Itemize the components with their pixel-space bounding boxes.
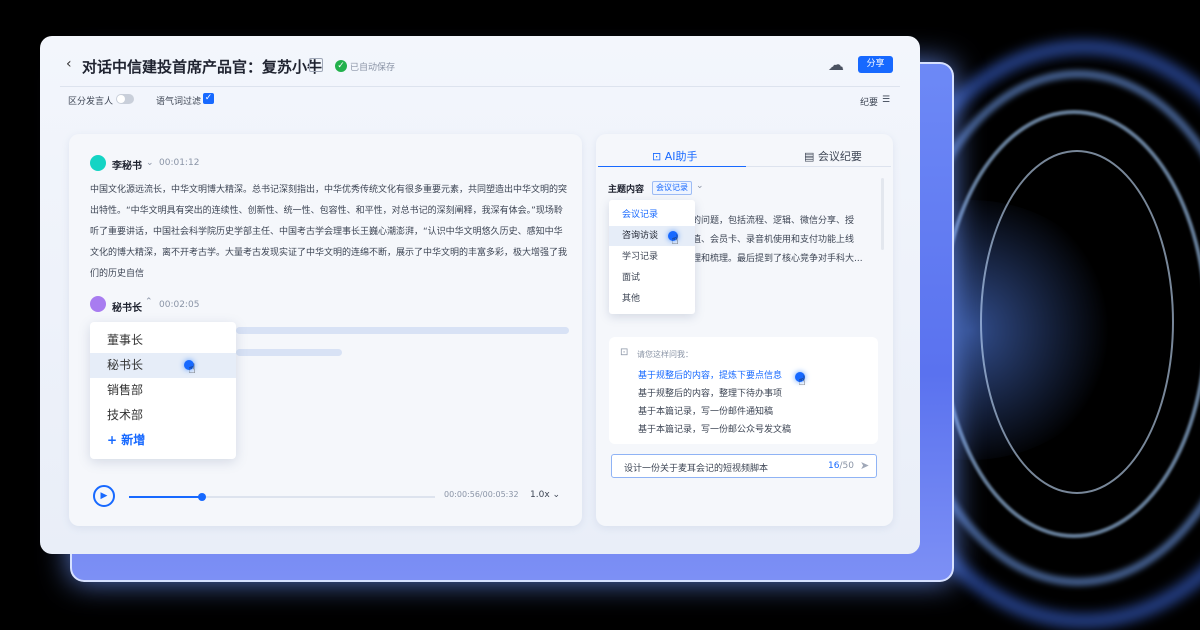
speaker-dropdown: 董事长 秘书长 销售部 技术部 + 新增 ☝ <box>90 322 236 459</box>
avatar <box>90 296 106 312</box>
speaker-toggle-label: 区分发言人 <box>68 97 114 107</box>
back-icon[interactable]: ‹ <box>66 56 72 72</box>
filter-label: 语气词过滤 <box>156 97 202 107</box>
tab-meeting-minutes[interactable]: ▤ 会议纪要 <box>804 148 862 164</box>
topic-label: 主题内容 <box>608 185 645 195</box>
suggestion-item[interactable]: 基于规整后的内容，提炼下要点信息 <box>638 368 782 381</box>
play-button[interactable]: ▶ <box>93 485 115 507</box>
tab-ai-assistant[interactable]: ⊡ AI助手 <box>652 148 698 164</box>
char-count-current: 16 <box>828 461 840 471</box>
share-button[interactable]: 分享 <box>858 56 893 73</box>
chat-input[interactable]: 设计一份关于麦耳会记的短视频脚本 16/50 ➤ <box>611 454 877 478</box>
edit-icon[interactable] <box>309 58 323 72</box>
speaker-option[interactable]: 销售部 <box>90 378 236 403</box>
cloud-download-icon[interactable]: ☁ <box>828 55 844 74</box>
transcript-text: 中国文化源远流长，中华文明博大精深。总书记深刻指出，中华优秀传统文化有很多重要元… <box>90 185 568 279</box>
topic-option-selected[interactable]: 咨询访谈 <box>609 226 695 246</box>
hand-cursor-icon: ☝ <box>671 233 679 248</box>
chevron-up-icon[interactable]: ⌃ <box>145 297 153 307</box>
speaker-option[interactable]: 董事长 <box>90 328 236 353</box>
progress-fill <box>129 496 202 498</box>
tab-divider <box>746 166 891 167</box>
document-icon: ▤ <box>804 150 818 163</box>
timestamp: 00:02:05 <box>159 300 200 310</box>
topic-option[interactable]: 面试 <box>609 268 695 288</box>
divider <box>60 86 900 87</box>
add-speaker-button[interactable]: + 新增 <box>90 428 236 453</box>
list-icon[interactable]: ☰ <box>882 95 890 105</box>
speaker-option[interactable]: 技术部 <box>90 403 236 428</box>
active-tab-indicator <box>598 166 746 167</box>
hand-cursor-icon: ☝ <box>798 374 806 389</box>
check-circle-icon: ✓ <box>335 60 347 72</box>
transcript-panel: 李秘书 ⌄ 00:01:12 中国文化源远流长，中华文明博大精深。总书记深刻指出… <box>69 134 582 526</box>
topic-select[interactable]: 会议记录 <box>652 181 692 195</box>
scrollbar[interactable] <box>881 178 884 250</box>
char-count-max: /50 <box>839 461 854 471</box>
chevron-down-icon: ⌄ <box>552 490 561 500</box>
speed-value: 1.0x <box>530 490 550 500</box>
chevron-down-icon[interactable]: ⌄ <box>146 158 154 168</box>
speaker-name[interactable]: 秘书长 <box>112 299 142 314</box>
tab-label: 会议纪要 <box>817 150 862 163</box>
suggestion-item[interactable]: 基于本篇记录，写一份邮公众号发文稿 <box>638 422 791 435</box>
progress-knob[interactable] <box>197 493 206 501</box>
app-window: ‹ 对话中信建投首席产品官：复苏小牛 ✓ 已自动保存 ☁ 分享 区分发言人 语气… <box>40 36 920 554</box>
chevron-down-icon[interactable]: ⌄ <box>696 181 704 191</box>
save-status: 已自动保存 <box>350 63 396 73</box>
avatar <box>90 155 106 171</box>
header: ‹ 对话中信建投首席产品官：复苏小牛 ✓ 已自动保存 ☁ 分享 <box>40 36 920 86</box>
topic-option[interactable]: 其他 <box>609 289 695 309</box>
chat-input-value: 设计一份关于麦耳会记的短视频脚本 <box>624 464 769 474</box>
progress-track[interactable] <box>129 493 435 501</box>
topic-option[interactable]: 学习记录 <box>609 247 695 267</box>
speaker-toggle[interactable] <box>116 94 134 104</box>
summary-line: 理和梳理。最后提到了核心竞争对手科大... <box>692 254 863 264</box>
suggestion-item[interactable]: 基于本篇记录，写一份邮件通知稿 <box>638 404 773 417</box>
text-placeholder-bar <box>236 349 342 356</box>
robot-icon: ⊡ <box>620 347 629 358</box>
suggestion-item[interactable]: 基于规整后的内容，整理下待办事项 <box>638 386 782 399</box>
summary-text: 的问题，包括流程、逻辑、微信分享、授 值、会员卡、录音机使用和支付功能上线 理和… <box>692 212 872 269</box>
summary-line: 值、会员卡、录音机使用和支付功能上线 <box>692 235 855 245</box>
speaker-name[interactable]: 李秘书 <box>112 157 142 172</box>
tab-label: AI助手 <box>664 150 698 163</box>
text-placeholder-bar <box>236 327 569 334</box>
summary-line: 的问题，包括流程、逻辑、微信分享、授 <box>692 216 855 226</box>
topic-dropdown: 会议记录 咨询访谈 学习记录 面试 其他 ☝ <box>609 200 695 314</box>
suggestion-card: ⊡ 请您这样问我： 基于规整后的内容，提炼下要点信息 基于规整后的内容，整理下待… <box>609 337 878 444</box>
playback-time: 00:00:56/00:05:32 <box>444 490 519 499</box>
filter-checkbox[interactable]: ✓ <box>203 93 214 104</box>
robot-icon: ⊡ <box>652 150 665 163</box>
timestamp: 00:01:12 <box>159 158 200 168</box>
char-count: 16/50 <box>828 461 854 471</box>
speaker-option-selected[interactable]: 秘书长 <box>90 353 236 378</box>
send-icon[interactable]: ➤ <box>860 459 869 472</box>
suggestion-title: 请您这样问我： <box>637 350 693 359</box>
page-title: 对话中信建投首席产品官：复苏小牛 <box>82 58 323 76</box>
topic-option[interactable]: 会议记录 <box>609 205 695 225</box>
hand-cursor-icon: ☝ <box>188 362 196 377</box>
minutes-label[interactable]: 纪要 <box>860 95 878 108</box>
speed-select[interactable]: 1.0x ⌄ <box>530 490 560 500</box>
assistant-panel: ⊡ AI助手 ▤ 会议纪要 主题内容 会议记录 ⌄ 的问题，包括流程、逻辑、微信… <box>596 134 893 526</box>
